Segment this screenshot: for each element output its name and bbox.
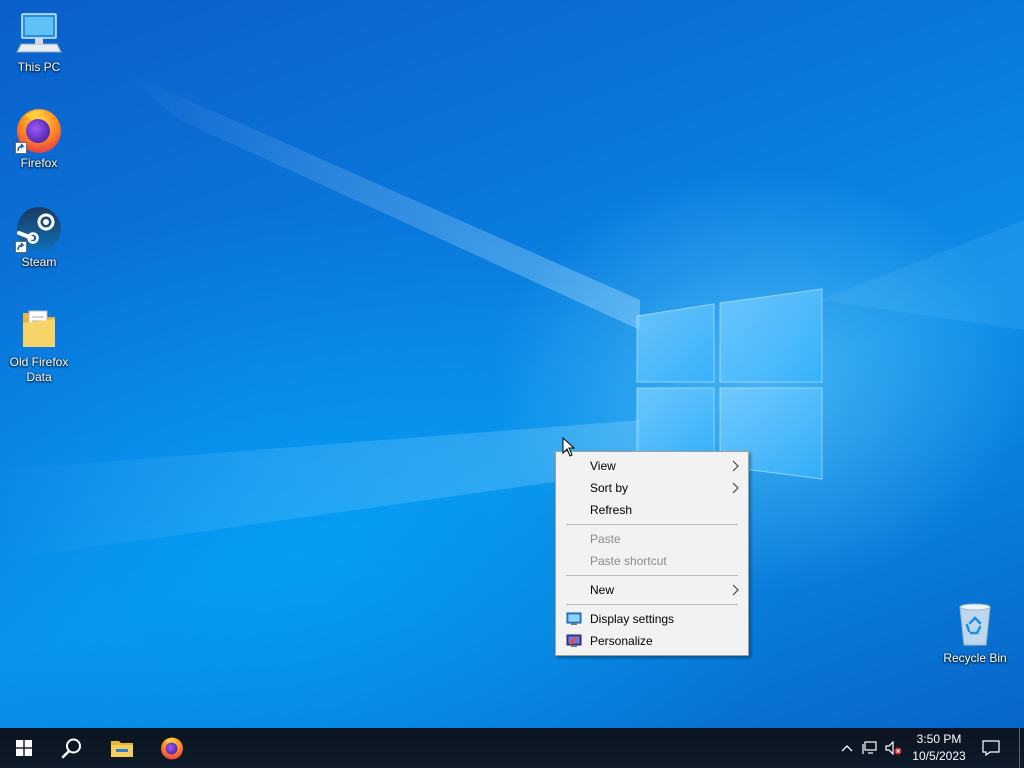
search-button[interactable] bbox=[48, 728, 96, 768]
desktop-icon-this-pc[interactable]: This PC bbox=[1, 10, 77, 75]
desktop-icon-firefox[interactable]: Firefox bbox=[1, 106, 77, 171]
display-settings-icon bbox=[566, 612, 582, 625]
desktop-icon-steam[interactable]: Steam bbox=[1, 205, 77, 270]
search-icon bbox=[61, 738, 81, 759]
menu-item-label: New bbox=[590, 583, 615, 597]
desktop-icon-recycle-bin[interactable]: Recycle Bin bbox=[937, 601, 1013, 666]
menu-item-personalize[interactable]: Personalize bbox=[556, 630, 748, 652]
this-pc-icon bbox=[16, 13, 62, 53]
menu-item-new[interactable]: New bbox=[556, 579, 748, 601]
chevron-right-icon bbox=[732, 584, 739, 596]
menu-item-refresh[interactable]: Refresh bbox=[556, 499, 748, 521]
menu-item-view[interactable]: View bbox=[556, 455, 748, 477]
start-button[interactable] bbox=[0, 728, 48, 768]
start-icon bbox=[16, 740, 32, 756]
clock-time: 3:50 PM bbox=[916, 732, 962, 746]
desktop-icon-label: This PC bbox=[17, 60, 61, 74]
desktop-context-menu[interactable]: View Sort by Refresh Paste Paste shortcu… bbox=[555, 451, 749, 656]
taskbar-clock[interactable]: 3:50 PM 10/5/2023 bbox=[906, 731, 972, 765]
chevron-up-icon bbox=[841, 745, 853, 752]
taskbar-file-explorer[interactable] bbox=[98, 728, 146, 768]
volume-muted-icon bbox=[885, 741, 902, 755]
recycle-bin-icon bbox=[959, 603, 991, 646]
menu-item-paste-shortcut: Paste shortcut bbox=[556, 550, 748, 572]
desktop-icon-label: Recycle Bin bbox=[943, 651, 1007, 665]
menu-separator bbox=[566, 575, 738, 576]
network-tray-button[interactable] bbox=[859, 728, 881, 768]
file-explorer-icon bbox=[111, 741, 133, 757]
mouse-cursor-icon bbox=[562, 437, 576, 457]
network-icon bbox=[862, 741, 877, 754]
notifications-icon bbox=[982, 740, 1000, 756]
chevron-right-icon bbox=[732, 482, 739, 494]
firefox-icon bbox=[161, 737, 183, 760]
menu-item-paste: Paste bbox=[556, 528, 748, 550]
action-center-button[interactable] bbox=[978, 728, 1004, 768]
chevron-right-icon bbox=[732, 460, 739, 472]
taskbar: 3:50 PM 10/5/2023 bbox=[0, 728, 1024, 768]
desktop-icon-old-firefox-data[interactable]: Old Firefox Data bbox=[1, 305, 77, 385]
volume-tray-button[interactable] bbox=[883, 728, 905, 768]
show-hidden-icons-button[interactable] bbox=[836, 728, 858, 768]
menu-item-label: Paste shortcut bbox=[590, 554, 667, 568]
shortcut-arrow-icon bbox=[15, 241, 27, 253]
menu-separator bbox=[566, 604, 738, 605]
menu-item-label: Refresh bbox=[590, 503, 633, 517]
show-desktop-button[interactable] bbox=[1019, 728, 1024, 768]
wallpaper-light-beams bbox=[0, 70, 1024, 560]
taskbar-firefox[interactable] bbox=[148, 728, 196, 768]
menu-item-label: Personalize bbox=[590, 634, 653, 648]
menu-item-label: View bbox=[590, 459, 616, 473]
menu-item-label: Sort by bbox=[590, 481, 629, 495]
menu-item-sort-by[interactable]: Sort by bbox=[556, 477, 748, 499]
menu-item-label: Paste bbox=[590, 532, 621, 546]
clock-date: 10/5/2023 bbox=[912, 749, 966, 763]
desktop[interactable]: This PC Firefox Steam Old Firefox Data R… bbox=[0, 0, 1024, 728]
folder-icon bbox=[23, 310, 55, 347]
desktop-icon-label: Firefox bbox=[20, 156, 58, 170]
desktop-icon-label: Old Firefox Data bbox=[9, 355, 69, 384]
personalize-icon bbox=[566, 634, 582, 647]
menu-item-label: Display settings bbox=[590, 612, 675, 626]
menu-item-display-settings[interactable]: Display settings bbox=[556, 608, 748, 630]
menu-separator bbox=[566, 524, 738, 525]
desktop-icon-label: Steam bbox=[21, 255, 57, 269]
shortcut-arrow-icon bbox=[15, 142, 27, 154]
